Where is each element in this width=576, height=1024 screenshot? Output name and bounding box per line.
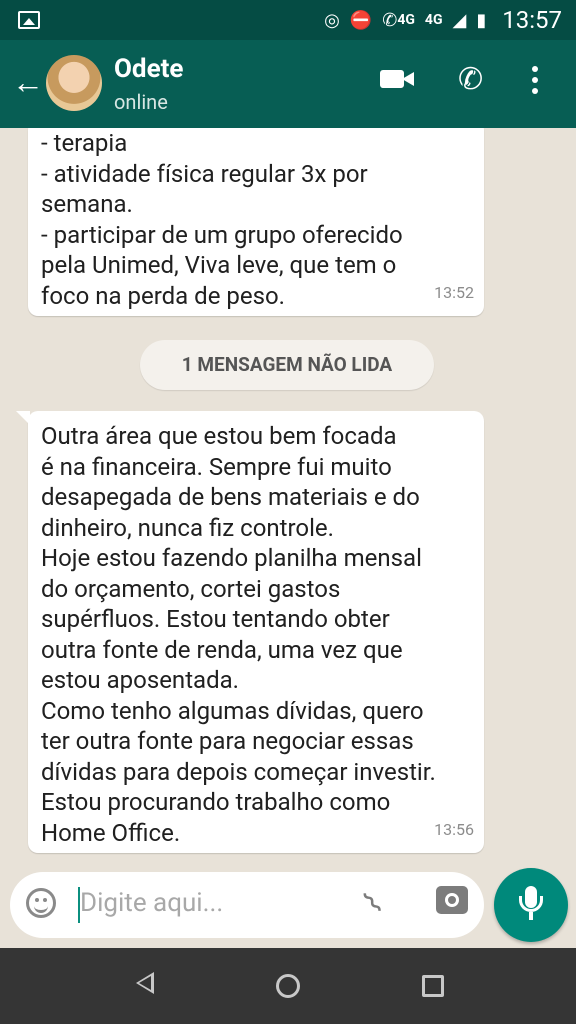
microphone-button[interactable] — [494, 868, 568, 942]
message-text: Outra área que estou bem focada é na fin… — [41, 422, 436, 847]
battery-icon: ▮ — [476, 9, 487, 31]
status-bar: ◎ ⛔ ✆ 4G 4G ◢ ▮ 13:57 — [0, 0, 576, 40]
message-input[interactable]: Digite aqui... — [80, 888, 223, 918]
contact-status: online — [114, 90, 168, 114]
network-type-label: 4G — [424, 12, 443, 28]
more-options-icon[interactable] — [532, 66, 542, 99]
contact-name[interactable]: Odete — [114, 54, 183, 84]
hotspot-icon: ◎ — [324, 9, 340, 31]
incoming-message[interactable]: - terapia - atividade física regular 3x … — [28, 128, 484, 316]
volte-call-icon: ✆ 4G — [382, 9, 415, 31]
do-not-disturb-icon: ⛔ — [349, 9, 373, 31]
attach-icon[interactable]: ⌇ — [356, 885, 390, 921]
avatar[interactable] — [46, 55, 102, 111]
chat-header: ← Odete online ✆ — [0, 40, 576, 128]
image-notification-icon — [18, 11, 40, 29]
system-navigation-bar — [0, 948, 576, 1024]
emoji-icon[interactable] — [26, 888, 56, 918]
video-call-icon[interactable] — [380, 68, 414, 90]
message-time: 13:52 — [434, 282, 474, 302]
compose-bar: Digite aqui... ⌇ — [0, 868, 576, 948]
nav-back-icon[interactable] — [136, 972, 154, 994]
message-text: - terapia - atividade física regular 3x … — [41, 129, 403, 310]
nav-recents-icon[interactable] — [422, 975, 444, 997]
camera-icon[interactable] — [436, 886, 468, 914]
nav-home-icon[interactable] — [276, 974, 300, 998]
unread-messages-banner: 1 MENSAGEM NÃO LIDA — [140, 340, 434, 390]
phone-call-icon[interactable]: ✆ — [458, 62, 483, 97]
back-arrow-icon[interactable]: ← — [12, 66, 44, 98]
message-time: 13:56 — [434, 819, 474, 839]
signal-icon: ◢ — [452, 9, 467, 31]
chat-area[interactable]: - terapia - atividade física regular 3x … — [0, 128, 576, 868]
status-icons: ◎ ⛔ ✆ 4G 4G ◢ ▮ 13:57 — [324, 0, 562, 40]
clock: 13:57 — [502, 6, 562, 34]
incoming-message[interactable]: Outra área que estou bem focada é na fin… — [16, 411, 484, 853]
message-input-container[interactable]: Digite aqui... ⌇ — [10, 872, 484, 938]
